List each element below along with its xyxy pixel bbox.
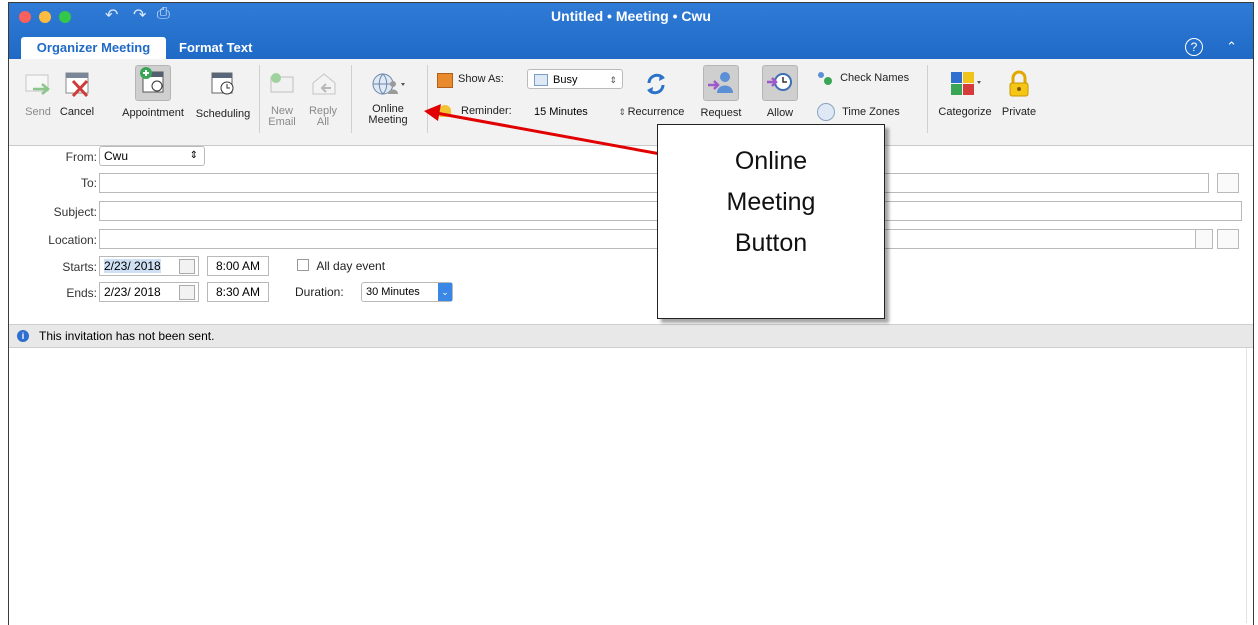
callout-box: Online Meeting Button (657, 124, 885, 319)
callout-line-3: Button (734, 229, 808, 257)
callout-line-1: Online (734, 147, 808, 175)
annotation-arrow (424, 104, 667, 157)
callout-line-2: Meeting (726, 188, 816, 216)
